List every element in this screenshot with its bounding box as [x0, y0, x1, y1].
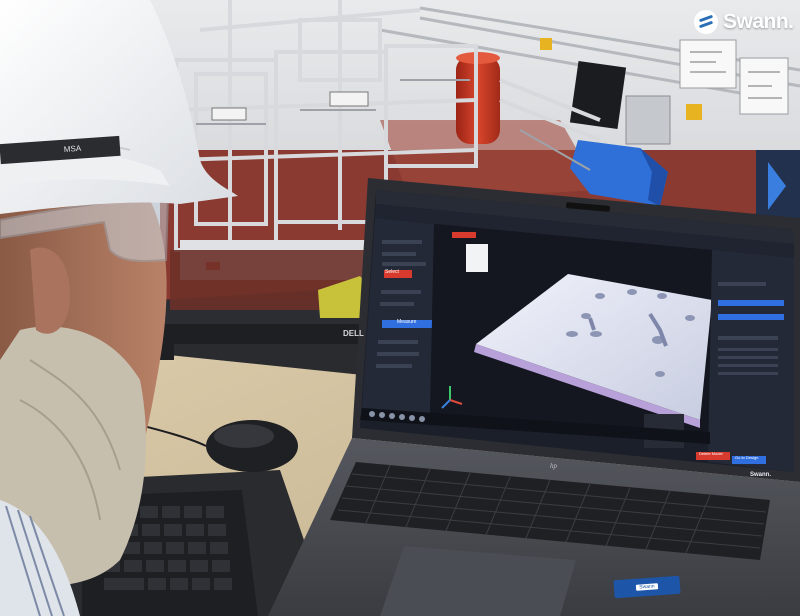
laptop-hp-logo: hp — [550, 462, 557, 470]
laptop-select-button[interactable]: Select — [385, 269, 399, 275]
laptop-delete-model-button[interactable]: Delete Model — [699, 451, 723, 456]
swann-logo-icon — [694, 10, 718, 34]
laptop-measure-button[interactable]: Measure — [397, 319, 416, 325]
photo-scene: MSA Swann. DELL Select Measure Delete Mo… — [0, 0, 800, 616]
swann-logo: Swann. — [694, 10, 794, 34]
laptop-screen-brand: Swann. — [750, 472, 772, 478]
laptop-sticker-text: Swann — [636, 583, 658, 591]
whiteboard-left — [679, 39, 737, 89]
scene-illustration: MSA — [0, 0, 800, 616]
swann-logo-text: Swann. — [723, 10, 794, 33]
laptop-go-to-design-button[interactable]: Go to Design — [735, 455, 758, 460]
yellow-junction-box — [540, 38, 552, 50]
helmet-label: MSA — [64, 144, 83, 154]
monitor-brand: DELL — [343, 329, 364, 338]
